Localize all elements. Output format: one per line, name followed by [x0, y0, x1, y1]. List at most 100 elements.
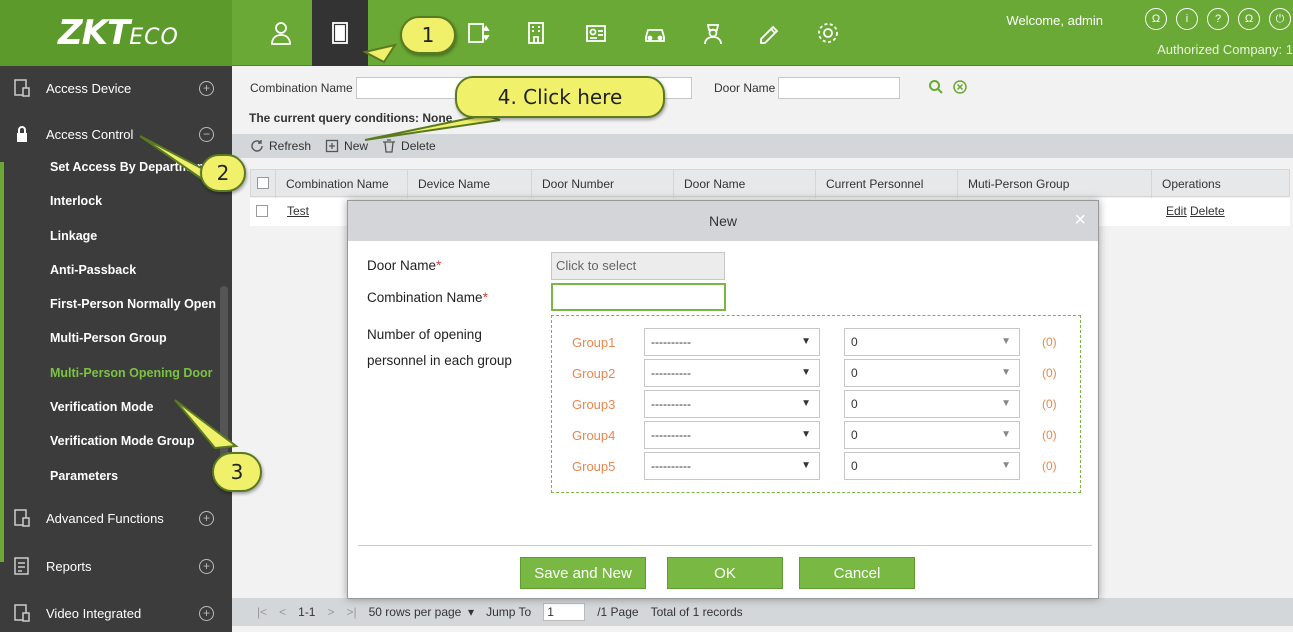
- number-select[interactable]: 0 ▼: [844, 328, 1020, 356]
- row-checkbox[interactable]: [256, 205, 268, 217]
- dropdown-arrow-icon: ▼: [1001, 336, 1011, 347]
- sidebar-section-video-integrated[interactable]: Video Integrated +: [0, 591, 232, 632]
- refresh-button[interactable]: Refresh: [250, 139, 311, 153]
- door-name-label: Door Name*: [367, 258, 442, 273]
- expand-icon[interactable]: +: [199, 558, 214, 574]
- sidebar-section-label: Video Integrated: [46, 605, 142, 621]
- callout-4-click-here: 4. Click here: [455, 76, 665, 118]
- number-select[interactable]: 0 ▼: [844, 359, 1020, 387]
- visitor-icon[interactable]: [568, 0, 624, 66]
- door-access-icon[interactable]: [312, 0, 368, 66]
- sidebar-item-parameters[interactable]: Parameters: [0, 459, 220, 493]
- jump-to-input[interactable]: 1: [543, 603, 586, 621]
- groups-label: Number of opening personnel in each grou…: [367, 327, 512, 368]
- account-icon[interactable]: Ω: [1238, 8, 1260, 30]
- column-header[interactable]: Operations: [1151, 170, 1289, 198]
- group-select[interactable]: ---------- ▼: [644, 452, 820, 480]
- help-icon[interactable]: ?: [1207, 8, 1229, 30]
- elevator-icon[interactable]: [450, 0, 506, 66]
- column-header[interactable]: Muti-Person Group: [957, 170, 1151, 198]
- group-name: Group5: [572, 459, 616, 474]
- group-select[interactable]: ---------- ▼: [644, 359, 820, 387]
- reports-icon: [14, 557, 29, 575]
- group-select[interactable]: ---------- ▼: [644, 421, 820, 449]
- header-actions: Ω i ? Ω ⏻: [1145, 8, 1291, 30]
- column-header[interactable]: Door Number: [531, 170, 673, 198]
- info-icon[interactable]: i: [1176, 8, 1198, 30]
- dropdown-arrow-icon: ▼: [1001, 367, 1011, 378]
- sidebar-section-label: Access Control: [46, 126, 134, 142]
- sidebar-item-linkage[interactable]: Linkage: [0, 219, 220, 253]
- delete-button[interactable]: Delete: [382, 139, 436, 153]
- total-records: Total of 1 records: [650, 605, 743, 619]
- column-header[interactable]: Door Name: [673, 170, 815, 198]
- sidebar-item-verification-mode-group[interactable]: Verification Mode Group: [0, 424, 220, 458]
- combination-name-search-label: Combination Name: [250, 81, 353, 95]
- sidebar: Access Device + Access Control − Set Acc…: [0, 66, 232, 632]
- sidebar-section-label: Advanced Functions: [46, 510, 164, 526]
- number-select[interactable]: 0 ▼: [844, 390, 1020, 418]
- delete-link[interactable]: Delete: [1190, 204, 1225, 218]
- callout-2: 2: [200, 154, 246, 192]
- last-page-icon[interactable]: >|: [347, 605, 357, 619]
- sidebar-item-set-access-by-department[interactable]: Set Access By Department: [0, 150, 220, 184]
- power-icon[interactable]: ⏻: [1269, 8, 1291, 30]
- sidebar-section-access-device[interactable]: Access Device +: [0, 66, 232, 110]
- search-icon[interactable]: [928, 79, 944, 95]
- expand-icon[interactable]: +: [199, 605, 214, 621]
- number-select[interactable]: 0 ▼: [844, 421, 1020, 449]
- sidebar-item-multi-person-opening-door[interactable]: Multi-Person Opening Door: [0, 356, 220, 390]
- first-page-icon[interactable]: |<: [257, 605, 267, 619]
- sidebar-section-reports[interactable]: Reports +: [0, 544, 232, 588]
- authorized-company: Authorized Company: 1: [1157, 42, 1293, 57]
- patrol-guard-icon[interactable]: [685, 0, 741, 66]
- prev-page-icon[interactable]: <: [279, 605, 286, 619]
- cancel-button[interactable]: Cancel: [799, 557, 915, 589]
- sidebar-item-anti-passback[interactable]: Anti-Passback: [0, 253, 220, 287]
- group-name: Group1: [572, 335, 616, 350]
- sidebar-item-verification-mode[interactable]: Verification Mode: [0, 390, 220, 424]
- system-settings-icon[interactable]: [800, 0, 856, 66]
- collapse-icon[interactable]: −: [199, 126, 214, 142]
- expand-icon[interactable]: +: [199, 510, 214, 526]
- group-row: Group1 ---------- ▼ 0 ▼ (0): [552, 328, 1080, 358]
- user-icon[interactable]: Ω: [1145, 8, 1167, 30]
- edit-icon[interactable]: [742, 0, 798, 66]
- group-select[interactable]: ---------- ▼: [644, 390, 820, 418]
- query-conditions: The current query conditions: None: [249, 111, 453, 125]
- combination-name-input[interactable]: [551, 283, 726, 311]
- column-header[interactable]: Device Name: [407, 170, 531, 198]
- save-and-new-button[interactable]: Save and New: [520, 557, 646, 589]
- sidebar-item-interlock[interactable]: Interlock: [0, 184, 220, 218]
- door-name-selector[interactable]: Click to select: [551, 252, 725, 280]
- group-count: (0): [1042, 397, 1057, 411]
- expand-icon[interactable]: +: [199, 80, 214, 96]
- dropdown-arrow-icon: ▼: [1001, 429, 1011, 440]
- clear-search-icon[interactable]: [952, 79, 968, 95]
- select-all-checkbox[interactable]: [257, 177, 269, 189]
- search-bar: Combination Name Door Name: [232, 66, 1293, 104]
- edit-link[interactable]: Edit: [1166, 204, 1187, 218]
- ok-button[interactable]: OK: [667, 557, 783, 589]
- personnel-icon[interactable]: [253, 0, 309, 66]
- new-button[interactable]: New: [325, 139, 368, 153]
- group-count: (0): [1042, 459, 1057, 473]
- sidebar-section-advanced-functions[interactable]: Advanced Functions +: [0, 496, 232, 540]
- next-page-icon[interactable]: >: [327, 605, 334, 619]
- rows-per-page-select[interactable]: 50 rows per page ▾: [369, 605, 474, 619]
- column-header[interactable]: Current Personnel Count: [815, 170, 957, 219]
- car-parking-icon[interactable]: [627, 0, 683, 66]
- building-icon[interactable]: [508, 0, 564, 66]
- top-header: ZKTECO Welcome, admin Ω i ? Ω ⏻ Authoriz…: [0, 0, 1293, 66]
- video-icon: [14, 604, 30, 622]
- column-header[interactable]: Combination Name: [275, 170, 407, 198]
- door-name-search-label: Door Name: [714, 81, 776, 95]
- number-select[interactable]: 0 ▼: [844, 452, 1020, 480]
- sidebar-scrollbar[interactable]: [220, 286, 228, 476]
- sidebar-item-multi-person-group[interactable]: Multi-Person Group: [0, 321, 220, 355]
- sidebar-item-first-person-normally-open[interactable]: First-Person Normally Open: [0, 287, 220, 321]
- combination-name-link[interactable]: Test: [287, 204, 309, 218]
- close-icon[interactable]: ×: [1074, 210, 1086, 230]
- group-select[interactable]: ---------- ▼: [644, 328, 820, 356]
- door-name-search-input[interactable]: [778, 77, 900, 99]
